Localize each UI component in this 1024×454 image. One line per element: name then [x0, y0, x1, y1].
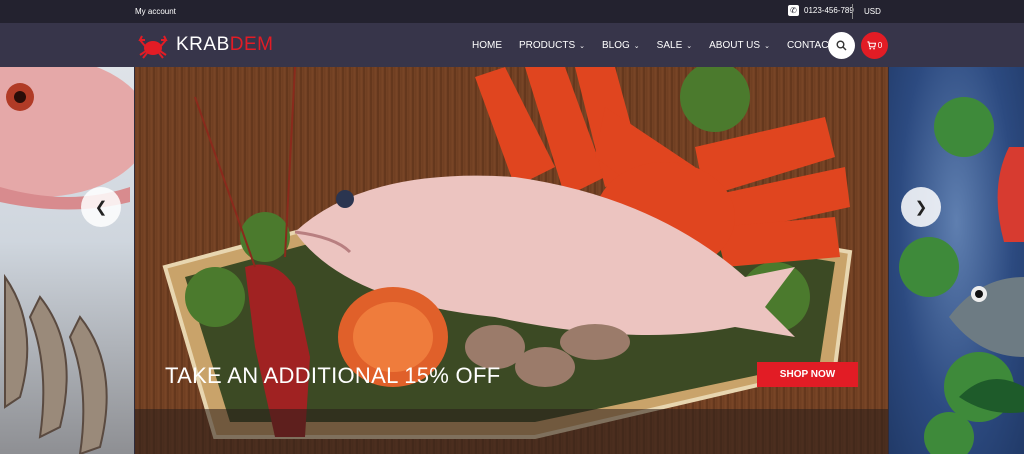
logo-text: KRABDEM — [176, 34, 274, 55]
chevron-down-icon: ⌄ — [686, 42, 693, 50]
my-account-link[interactable]: My account — [135, 7, 176, 16]
phone-number: 0123-456-789 — [804, 6, 854, 15]
phone-contact: ✆ 0123-456-789 — [788, 5, 854, 16]
chevron-left-icon: ❮ — [94, 199, 108, 216]
search-icon — [836, 40, 847, 51]
nav-about-us[interactable]: ABOUT US ⌄ — [709, 40, 770, 51]
seafood-platter-image — [162, 67, 853, 439]
fish-on-ice-image — [899, 97, 1024, 454]
top-bar: My account ✆ 0123-456-789 USD — [0, 0, 1024, 23]
promo-headline: TAKE AN ADDITIONAL 15% OFF — [165, 363, 501, 388]
phone-icon: ✆ — [788, 5, 799, 16]
currency-selector[interactable]: USD — [864, 7, 881, 16]
crab-icon — [138, 35, 168, 59]
chevron-right-icon: ❯ — [914, 199, 928, 216]
chevron-down-icon: ⌄ — [633, 42, 640, 50]
divider — [852, 4, 853, 19]
cart-button[interactable]: 0 — [861, 32, 888, 59]
slide-preview-prev[interactable] — [0, 67, 134, 454]
promo-banner — [135, 409, 888, 454]
hero-slider — [0, 67, 1024, 454]
cart-count: 0 — [877, 41, 883, 50]
main-nav: HOME PRODUCTS ⌄ BLOG ⌄ SALE ⌄ ABOUT US ⌄ CON… — [472, 40, 868, 51]
chevron-down-icon: ⌄ — [764, 42, 770, 50]
nav-home[interactable]: HOME — [472, 40, 502, 51]
shop-now-button[interactable]: SHOP NOW — [757, 362, 858, 387]
cart-icon — [867, 41, 876, 50]
slide-main-image — [135, 67, 888, 454]
nav-sale[interactable]: SALE ⌄ — [657, 40, 692, 51]
main-header: KRABDEM HOME PRODUCTS ⌄ BLOG ⌄ SALE ⌄ ABOUT… — [0, 23, 1024, 67]
chevron-down-icon: ⌄ — [579, 42, 585, 50]
nav-blog[interactable]: BLOG ⌄ — [602, 40, 640, 51]
site-logo[interactable]: KRABDEM — [136, 30, 273, 60]
fish-shrimp-image — [0, 67, 134, 454]
nav-products[interactable]: PRODUCTS ⌄ — [519, 40, 585, 51]
slide-preview-next[interactable] — [889, 67, 1024, 454]
search-button[interactable] — [828, 32, 855, 59]
slider-next-button[interactable]: ❯ — [901, 187, 941, 227]
slider-prev-button[interactable]: ❮ — [81, 187, 121, 227]
